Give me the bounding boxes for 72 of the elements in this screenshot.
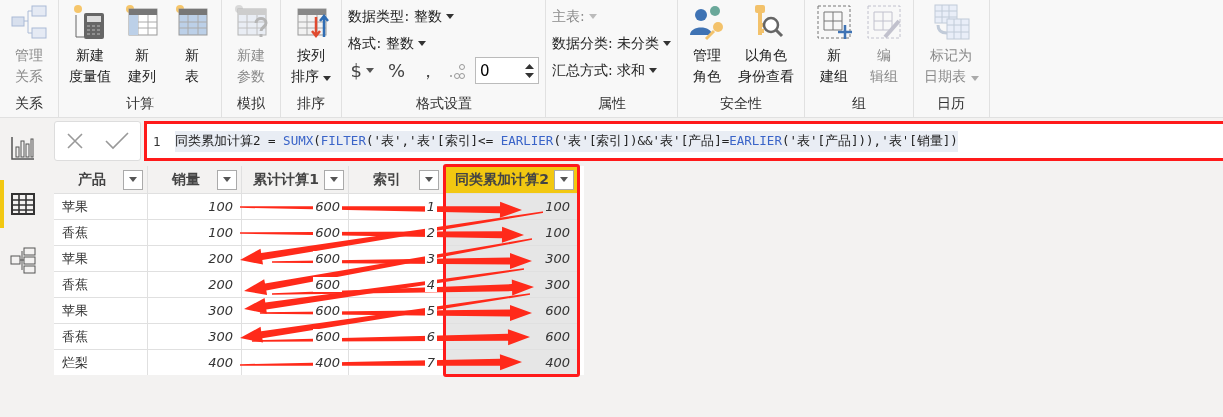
caret-icon [425, 177, 433, 182]
caret-icon [445, 14, 454, 19]
format-symbol-button[interactable]: $ [348, 60, 376, 81]
ribbon-button[interactable]: 按列 排序 [287, 3, 336, 87]
table-cell: 200 [148, 271, 242, 297]
table-cell: 烂梨 [54, 349, 148, 375]
column-header[interactable]: 累计计算1 [242, 166, 349, 193]
ribbon-button[interactable]: 新 表 [169, 3, 215, 87]
decimals-spin-field[interactable]: 0 [475, 57, 539, 84]
group-label: 计算 [125, 95, 155, 113]
caret-icon [129, 177, 137, 182]
table-cell: 200 [148, 245, 242, 271]
column-header[interactable]: 销量 [148, 166, 242, 193]
dropdown[interactable]: 汇总方式: 求和 [552, 57, 672, 84]
ribbon-button[interactable]: 新 建组 [811, 3, 858, 87]
formula-text: 同类累加计算2 = SUMX(FILTER('表','表'[索引]<= EARLIER('表'[索引])&&'表'[产品]=EARLIER('表'[产品])),'表'[销量]) [175, 130, 958, 152]
calendar-table-icon [932, 3, 971, 41]
group-label: 排序 [296, 95, 327, 113]
close-icon[interactable] [65, 132, 84, 150]
ribbon-button[interactable]: 管理 角色 [684, 3, 731, 87]
caret-icon [330, 177, 338, 182]
table-cell: 苹果 [54, 193, 148, 219]
table-relations-icon [10, 3, 48, 41]
filter-dropdown-button[interactable] [123, 169, 143, 190]
caret-icon [417, 41, 426, 46]
filter-dropdown-button[interactable] [324, 169, 344, 190]
table-cell: 100 [148, 219, 242, 245]
ribbon-button[interactable]: 以角色 身份查看 [734, 3, 799, 87]
table-cell: 300 [148, 323, 242, 349]
group-label: 关系 [14, 95, 44, 113]
caret-icon [649, 68, 658, 73]
table-cell: 香蕉 [54, 271, 148, 297]
table-cell: 香蕉 [54, 323, 148, 349]
table-cell: 400 [242, 349, 349, 375]
table-cell: 600 [242, 193, 349, 219]
dropdown[interactable]: 格式: 整数 [348, 30, 539, 57]
table-cell: 100 [148, 193, 242, 219]
table-cell: 300 [148, 297, 242, 323]
caret-icon [223, 177, 231, 182]
format-symbol-button[interactable]: ， [417, 58, 439, 83]
group-label: 安全性 [719, 95, 764, 113]
table-cell: 苹果 [54, 297, 148, 323]
table-cell: 苹果 [54, 245, 148, 271]
edit-group-icon [865, 3, 904, 41]
group-label: 属性 [596, 95, 627, 113]
column-header[interactable]: 产品 [54, 166, 148, 193]
model-icon [8, 245, 38, 275]
formula-field[interactable]: 1 同类累加计算2 = SUMX(FILTER('表','表'[索引]<= EARLIER('表'[索引])&&'表'[产品]=EARLIER('表'[产品])),'表'[销量]) [144, 121, 1223, 161]
caret-icon [588, 14, 597, 19]
filter-dropdown-button[interactable] [419, 169, 439, 190]
line-number: 1 [153, 133, 162, 149]
ribbon-button[interactable]: 新建 度量值 [65, 3, 115, 87]
caret-icon [365, 68, 374, 73]
ribbon-button[interactable]: 新 建列 [119, 3, 165, 87]
column-header[interactable]: 同类累加计算2 [444, 166, 579, 193]
table-cell: 香蕉 [54, 219, 148, 245]
column-header[interactable]: 索引 [349, 166, 444, 193]
new-group-icon [815, 3, 854, 41]
dropdown[interactable]: 数据分类: 未分类 [552, 30, 672, 57]
caret-icon [560, 177, 568, 182]
table-cell: 400 [148, 349, 242, 375]
filter-dropdown-button[interactable] [554, 169, 574, 190]
dropdown[interactable]: 数据类型: 整数 [348, 3, 539, 30]
format-symbol-button[interactable]: % [385, 60, 407, 81]
group-label: 格式设置 [414, 95, 473, 113]
check-icon[interactable] [105, 132, 130, 150]
group-label: 日历 [936, 95, 967, 113]
caret-icon [663, 41, 672, 46]
group-label: 组 [851, 95, 868, 113]
filter-dropdown-button[interactable] [217, 169, 237, 190]
group-label: 模拟 [236, 95, 266, 113]
spin-arrows-icon[interactable] [525, 62, 534, 79]
